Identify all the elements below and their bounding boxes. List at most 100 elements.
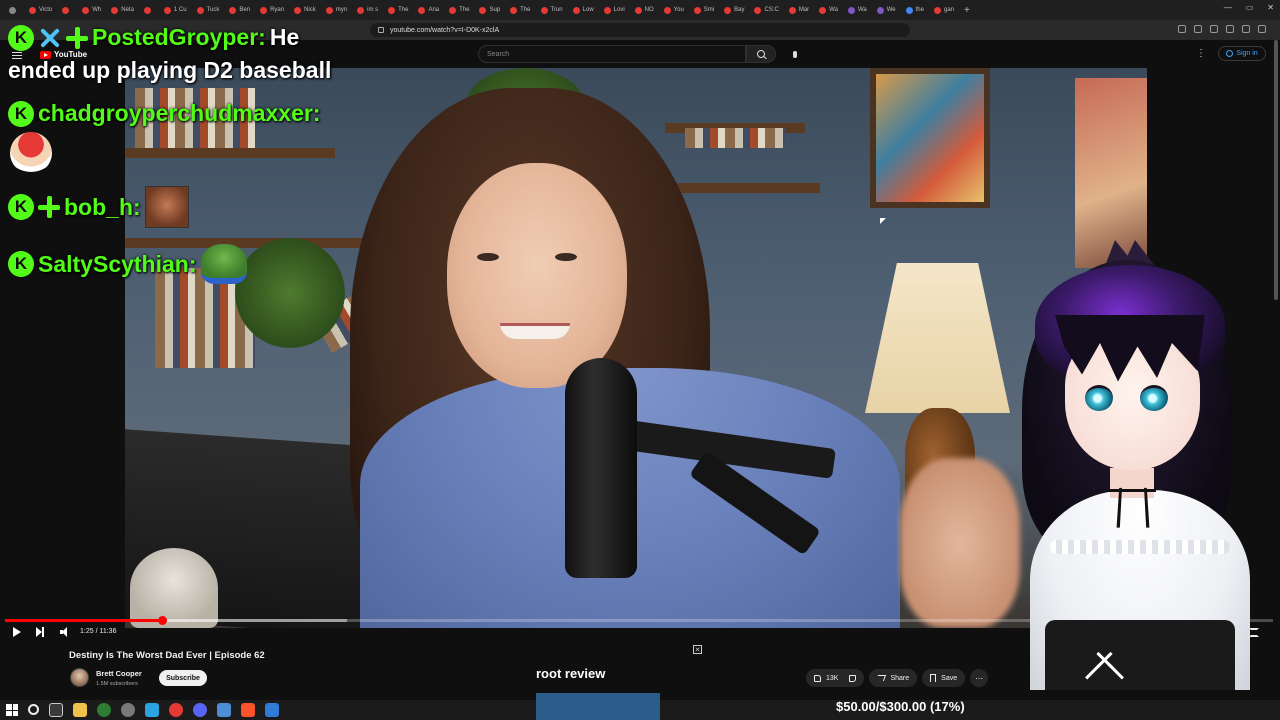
save-button[interactable]: Save	[922, 669, 966, 687]
browser-tab[interactable]: im s	[352, 1, 383, 19]
browser-tab[interactable]: Smi	[689, 1, 719, 19]
app-icon[interactable]	[97, 703, 111, 717]
browser-tab[interactable]: Wh	[77, 1, 106, 19]
tab-favicon-icon	[788, 6, 796, 14]
browser-tab[interactable]: the	[901, 1, 929, 19]
window-controls: — ▭ ✕	[1224, 3, 1274, 12]
task-view-icon[interactable]	[49, 703, 63, 717]
browser-tab[interactable]: Nick	[289, 1, 321, 19]
tab-title: Ryan	[270, 7, 285, 13]
tab-favicon-icon	[260, 6, 268, 14]
page-scrollbar[interactable]	[1274, 40, 1278, 300]
vscode-icon[interactable]	[265, 703, 279, 717]
browser-tab[interactable]: We	[872, 1, 901, 19]
bookshelf	[665, 183, 820, 193]
browser-tab[interactable]: 1 Cu	[159, 1, 192, 19]
person-eye	[477, 253, 499, 261]
telegram-icon[interactable]	[145, 703, 159, 717]
profile-icon[interactable]	[1226, 25, 1234, 33]
subscribe-button[interactable]: Subscribe	[159, 670, 207, 686]
settings-more-icon[interactable]: ⋮	[1196, 48, 1206, 59]
save-label: Save	[941, 674, 958, 682]
close-icon[interactable]: ✕	[1267, 3, 1274, 12]
tab-title: Wa	[829, 7, 838, 13]
taskbar-search-icon[interactable]	[28, 704, 39, 715]
voice-search-button[interactable]	[786, 46, 804, 62]
next-icon[interactable]	[36, 627, 44, 637]
sign-in-button[interactable]: Sign in	[1218, 46, 1266, 61]
volume-icon[interactable]	[60, 627, 69, 637]
browser-tab[interactable]: CS:C	[749, 1, 783, 19]
browser-tab[interactable]: Sup	[474, 1, 505, 19]
restore-icon[interactable]: ▭	[1246, 3, 1254, 12]
channel-name[interactable]: Brett Cooper	[96, 669, 142, 678]
save-icon	[930, 674, 937, 682]
browser-tab[interactable]: Victo	[24, 1, 57, 19]
browser-tab[interactable]: Ana	[413, 1, 444, 19]
browser-tab[interactable]	[139, 1, 159, 19]
menu-icon[interactable]	[1258, 25, 1266, 33]
sparkle-badge-icon	[38, 196, 60, 218]
video-player[interactable]	[125, 68, 1147, 628]
tab-title: Wh	[92, 7, 102, 13]
browser-tab[interactable]: Low	[568, 1, 599, 19]
chrome-icon[interactable]	[169, 703, 183, 717]
browser-tab[interactable]: Ryan	[255, 1, 289, 19]
reading-list-icon[interactable]	[1194, 25, 1202, 33]
close-overlay-icon[interactable]: ✕	[693, 645, 702, 654]
wallet-icon[interactable]	[1242, 25, 1250, 33]
sidebar-icon[interactable]	[1210, 25, 1218, 33]
thumbs-down-icon[interactable]	[849, 674, 857, 682]
brave-browser-icon[interactable]	[241, 703, 255, 717]
new-tab-icon[interactable]: +	[959, 1, 975, 19]
browser-tab[interactable]: Ben	[224, 1, 255, 19]
app-icon[interactable]	[217, 703, 231, 717]
like-count[interactable]: 13K	[826, 675, 838, 682]
tab-favicon-icon	[62, 6, 70, 14]
chat-username: bob_h:	[64, 193, 141, 220]
tab-title: CS:C	[764, 7, 779, 13]
browser-tab[interactable]: NO	[630, 1, 659, 19]
site-info-icon[interactable]	[378, 27, 384, 33]
windows-start-icon[interactable]	[6, 704, 18, 716]
tab-title: Sup	[489, 7, 501, 13]
browser-tab[interactable]	[4, 1, 24, 19]
browser-tab[interactable]: Bay	[719, 1, 749, 19]
steam-icon[interactable]	[121, 703, 135, 717]
browser-tab[interactable]: The	[505, 1, 535, 19]
browser-tab[interactable]: Mar	[784, 1, 814, 19]
browser-toolbar-icons	[1178, 25, 1266, 33]
tab-favicon-icon	[29, 6, 36, 14]
tab-title: im s	[367, 7, 379, 13]
browser-tab[interactable]: Wa	[814, 1, 843, 19]
browser-tab[interactable]: Lovi	[599, 1, 630, 19]
video-actions: 13K Share Save ⋯	[806, 669, 989, 687]
discord-icon[interactable]	[193, 703, 207, 717]
browser-tab[interactable]: gan	[929, 1, 959, 19]
minimize-icon[interactable]: —	[1224, 3, 1232, 12]
kick-badge-icon: K	[8, 24, 34, 51]
tab-favicon-icon	[143, 6, 151, 14]
browser-tab[interactable]: Neta	[106, 1, 139, 19]
play-icon[interactable]	[13, 627, 21, 637]
url-field[interactable]: youtube.com/watch?v=I-D0K-x2clA	[370, 23, 910, 37]
share-button[interactable]: Share	[869, 669, 918, 687]
browser-tab[interactable]	[57, 1, 77, 19]
browser-tab[interactable]: Tuck	[192, 1, 225, 19]
browser-tab[interactable]: Trun	[536, 1, 568, 19]
browser-tab[interactable]: The	[383, 1, 413, 19]
tab-title: Ana	[428, 7, 440, 13]
file-explorer-icon[interactable]	[73, 703, 87, 717]
chat-message-continuation: ended up playing D2 baseball	[8, 57, 331, 84]
browser-tab[interactable]: You	[659, 1, 689, 19]
thumbs-up-icon[interactable]	[814, 674, 821, 682]
search-button[interactable]	[746, 45, 776, 63]
more-actions-button[interactable]: ⋯	[970, 669, 989, 687]
browser-tab[interactable]: Wa	[843, 1, 872, 19]
extension-icon[interactable]	[1178, 25, 1186, 33]
tab-title: 1 Cu	[173, 7, 187, 13]
browser-tab[interactable]: myn	[321, 1, 352, 19]
search-input[interactable]: Search	[478, 45, 746, 63]
browser-tab[interactable]: The	[444, 1, 474, 19]
channel-avatar[interactable]	[70, 668, 89, 687]
